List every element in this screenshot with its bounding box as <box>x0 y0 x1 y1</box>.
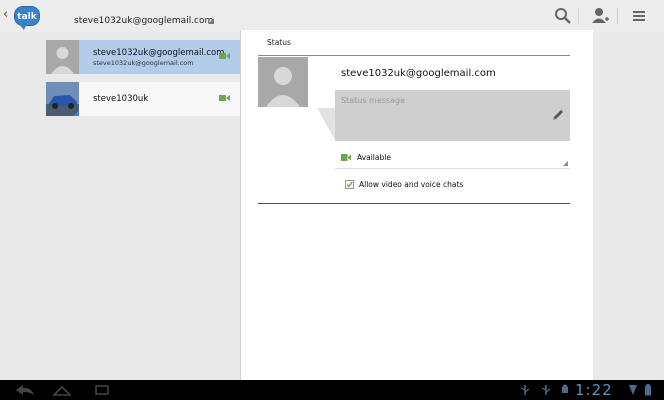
contact-subtitle: steve1032uk@googlemail.com <box>93 59 194 67</box>
talk-app-icon[interactable]: talk <box>14 6 40 30</box>
contact-list: steve1032uk@googlemail.com steve1032uk@g… <box>46 40 246 124</box>
status-header: Status <box>267 38 291 47</box>
system-bar: 1:22 <box>0 380 664 400</box>
status-bubble-tail <box>317 108 335 140</box>
video-presence-icon <box>341 154 351 161</box>
back-chevron-icon[interactable]: ‹ <box>3 8 13 22</box>
contact-name: steve1030uk <box>93 94 149 104</box>
search-icon[interactable] <box>553 6 573 26</box>
usb-icon <box>520 385 530 395</box>
menu-icon[interactable] <box>629 6 649 26</box>
action-divider <box>578 8 579 24</box>
contact-name: steve1032uk@googlemail.com <box>93 48 225 58</box>
video-presence-icon <box>219 95 230 101</box>
dropdown-indicator-icon <box>208 18 214 24</box>
usb-debug-icon <box>541 385 551 395</box>
app-icon-text: talk <box>17 12 37 22</box>
pencil-icon[interactable] <box>551 108 565 122</box>
action-bar: ‹ talk steve1032uk@googlemail.com <box>0 0 664 32</box>
header-divider <box>258 55 570 56</box>
status-clock: 1:22 <box>575 381 613 399</box>
back-nav-icon[interactable] <box>14 384 36 396</box>
availability-selector[interactable]: Available <box>335 149 570 167</box>
availability-label: Available <box>357 153 391 162</box>
status-message-input[interactable]: Status message <box>335 90 570 141</box>
profile-detail-panel: Status steve1032uk@googlemail.com Status… <box>240 30 593 380</box>
default-avatar-icon <box>46 40 79 74</box>
profile-avatar-icon <box>258 57 308 107</box>
recent-apps-icon[interactable] <box>94 384 110 396</box>
battery-icon <box>645 384 651 396</box>
home-nav-icon[interactable] <box>52 384 72 396</box>
action-divider <box>617 8 618 24</box>
section-divider <box>258 203 570 204</box>
allow-chats-checkbox[interactable] <box>345 180 354 189</box>
android-debug-icon <box>562 384 568 393</box>
status-placeholder: Status message <box>341 96 405 105</box>
allow-chats-label: Allow video and voice chats <box>359 180 464 189</box>
availability-divider <box>335 168 570 169</box>
account-selector[interactable]: steve1032uk@googlemail.com <box>74 8 216 26</box>
video-presence-icon <box>219 53 230 59</box>
account-email: steve1032uk@googlemail.com <box>74 16 214 26</box>
wifi-signal-icon <box>629 385 637 395</box>
add-contact-icon[interactable] <box>590 6 610 26</box>
contact-row[interactable]: steve1030uk <box>46 82 240 116</box>
dropdown-indicator-icon <box>563 161 568 166</box>
car-photo-avatar <box>46 82 79 116</box>
profile-email: steve1032uk@googlemail.com <box>341 68 496 79</box>
contact-row-self[interactable]: steve1032uk@googlemail.com steve1032uk@g… <box>46 40 246 74</box>
